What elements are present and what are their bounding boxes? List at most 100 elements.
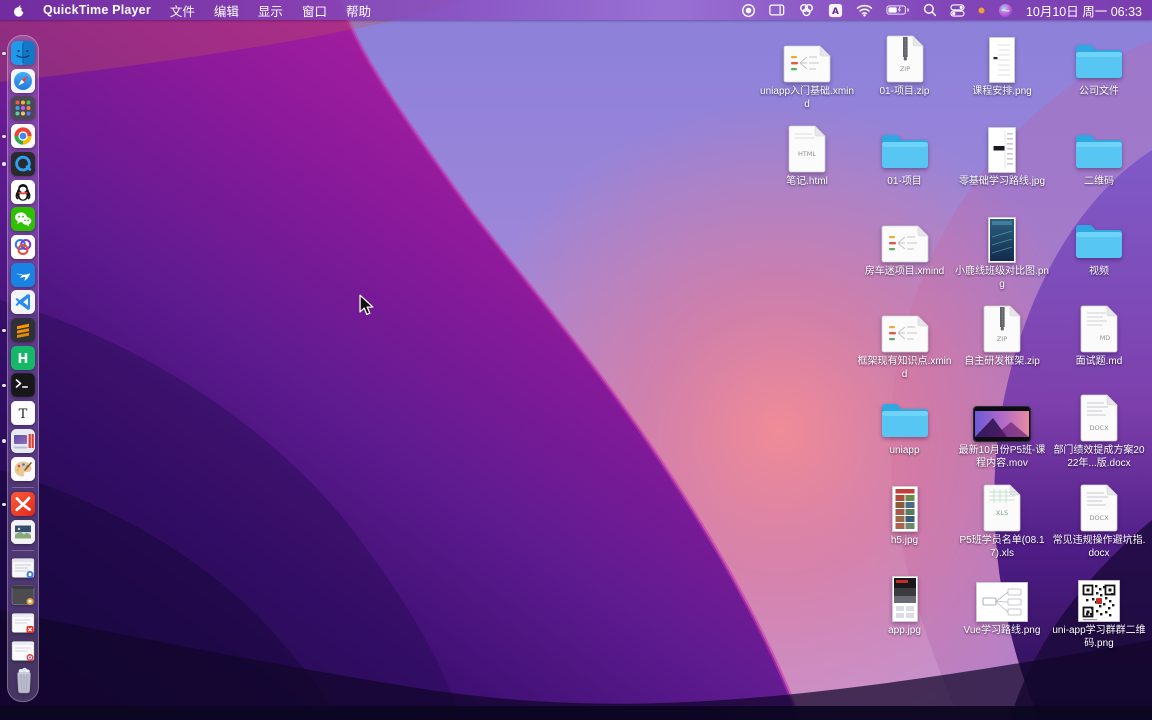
wifi-icon[interactable]: [856, 0, 873, 20]
desktop-icon-label: 01-项目.zip: [879, 86, 930, 97]
desktop-icon-label: 公司文件: [1079, 86, 1119, 97]
control-center-icon[interactable]: [950, 0, 965, 20]
desktop-icon-folder-14[interactable]: uniapp: [857, 390, 953, 458]
battery-icon[interactable]: [886, 0, 910, 20]
desktop-icon-zip-1[interactable]: ZIP 01-项目.zip: [857, 31, 953, 99]
desktop-icon-label: 01-项目: [887, 176, 922, 187]
launchpad-dock-icon[interactable]: [11, 96, 35, 121]
spotlight-icon[interactable]: [923, 0, 937, 20]
minimized-window-xmind-dock-icon[interactable]: [11, 611, 35, 635]
desktop-icon-md-13[interactable]: MD 面试题.md: [1051, 301, 1147, 369]
sublime-dock-icon[interactable]: [11, 318, 35, 342]
active-app-menu[interactable]: QuickTime Player: [43, 3, 151, 17]
menu-item-2[interactable]: 显示: [258, 1, 283, 20]
palette-app-dock-icon[interactable]: [11, 456, 35, 481]
desktop-icon-folder-3[interactable]: 公司文件: [1051, 31, 1147, 99]
hbuilderx-dock-icon[interactable]: H: [11, 345, 35, 370]
minimized-window-dark-dock-icon[interactable]: [11, 583, 35, 607]
menu-bar-clock[interactable]: 10月10日 周一 06:33: [1026, 1, 1142, 20]
desktop-icon-label: 框架现有知识点.xmind: [857, 356, 952, 380]
screen-share-dock-icon[interactable]: [11, 428, 35, 453]
siri-icon[interactable]: [998, 0, 1013, 20]
display-mirroring-icon[interactable]: [769, 0, 785, 20]
desktop-icon-label: 笔记.html: [786, 176, 828, 187]
trash-dock-icon[interactable]: [11, 666, 35, 694]
mov-file-icon: [973, 390, 1031, 442]
wechat-dock-icon[interactable]: [11, 207, 35, 232]
minimized-window-chrome-dock-icon[interactable]: [11, 639, 35, 663]
menu-bar: QuickTime Player 文件 编辑 显示 窗口 帮助 A 10月10日…: [0, 0, 1152, 20]
img-wide-file-icon: [976, 570, 1028, 622]
desktop-icon-label: 常见违规操作避坑指.docx: [1052, 535, 1146, 559]
dock-separator: [12, 485, 34, 487]
rings-app-dock-icon[interactable]: [11, 234, 35, 259]
desktop-icon-folder-7[interactable]: 二维码: [1051, 121, 1147, 189]
desktop-icon-label: 二维码: [1084, 176, 1114, 187]
desktop-icon-xmind-11[interactable]: 框架现有知识点.xmind: [857, 301, 953, 381]
desktop-icon-img-grid-17[interactable]: h5.jpg: [857, 480, 953, 548]
typora-dock-icon[interactable]: T: [11, 401, 35, 426]
mouse-cursor: [359, 294, 374, 316]
running-indicator-dot: [2, 162, 6, 166]
desktop-icon-label: 零基础学习路线.jpg: [958, 176, 1046, 187]
desktop-icon-docx-19[interactable]: DOCX 常见违规操作避坑指.docx: [1051, 480, 1147, 560]
vscode-dock-icon[interactable]: [11, 290, 35, 315]
menu-item-0[interactable]: 文件: [170, 1, 195, 20]
quicktime-dock-icon[interactable]: [11, 151, 35, 176]
rings-icon[interactable]: [798, 0, 815, 20]
running-indicator-dot: [2, 439, 6, 443]
xmind-app-dock-icon[interactable]: [11, 492, 35, 517]
running-indicator-dot: [2, 328, 6, 332]
desktop-icon-xmind-0[interactable]: uniapp入门基础.xmind: [759, 31, 855, 111]
md-file-icon: MD: [1080, 301, 1118, 353]
desktop-icon-html-4[interactable]: HTML 笔记.html: [759, 121, 855, 189]
desktop-icon-label: 面试题.md: [1075, 356, 1123, 367]
dingtalk-dock-icon[interactable]: [11, 262, 35, 287]
svg-text:H: H: [18, 352, 29, 367]
folder-file-icon: [1072, 211, 1126, 263]
apple-menu[interactable]: [12, 3, 26, 18]
img-dark-file-icon: [988, 211, 1016, 263]
chrome-dock-icon[interactable]: [11, 124, 35, 149]
desktop-icon-xmind-8[interactable]: 房车迷项目.xmind: [857, 211, 953, 279]
desktop-icon-img-dark-9[interactable]: 小鹿线班级对比图.png: [954, 211, 1050, 291]
img-grid-file-icon: [891, 480, 918, 532]
menu-item-1[interactable]: 编辑: [214, 1, 239, 20]
desktop-icon-label: 自主研发框架.zip: [964, 356, 1040, 367]
safari-dock-icon[interactable]: [11, 68, 35, 93]
desktop-icon-xls-18[interactable]: XLS P5班学员名单(08.17).xls: [954, 480, 1050, 560]
menu-item-3[interactable]: 窗口: [302, 1, 327, 20]
desktop-icon-label: 房车迷项目.xmind: [864, 266, 945, 277]
desktop-icon-folder-10[interactable]: 视频: [1051, 211, 1147, 279]
desktop-icon-docx-16[interactable]: DOCX 部门绩效提成方案2022年...版.docx: [1051, 390, 1147, 470]
desktop-icon-img-talldoc-2[interactable]: 课程安排.png: [954, 31, 1050, 99]
running-indicator-dot: [2, 134, 6, 139]
minimized-window-doc-dock-icon[interactable]: [11, 556, 35, 580]
svg-text:MD: MD: [1100, 334, 1111, 342]
running-indicator-dot: [2, 51, 6, 55]
input-source-icon[interactable]: A: [828, 0, 843, 20]
menu-bar-left: QuickTime Player 文件 编辑 显示 窗口 帮助: [12, 1, 371, 20]
desktop-icon-label: uni-app学习群群二维码.png: [1052, 625, 1146, 649]
xmind-file-icon: [783, 31, 831, 83]
menu-item-4[interactable]: 帮助: [346, 1, 371, 20]
desktop-icon-zip-12[interactable]: ZIP 自主研发框架.zip: [954, 301, 1050, 369]
running-indicator-dot: [2, 383, 6, 388]
desktop-icon-img-wide-21[interactable]: Vue学习路线.png: [954, 570, 1050, 638]
desktop-icon-label: 最新10月份P5班-课程内容.mov: [958, 445, 1046, 469]
record-stop-icon[interactable]: [741, 0, 756, 20]
desktop-icon-label: h5.jpg: [890, 535, 919, 546]
terminal-dock-icon[interactable]: [11, 373, 35, 398]
photo-viewer-dock-icon[interactable]: [11, 519, 35, 544]
svg-text:XLS: XLS: [996, 509, 1008, 517]
finder-dock-icon[interactable]: [11, 41, 35, 65]
img-route-file-icon: [988, 121, 1016, 173]
desktop-icon-img-route-6[interactable]: 零基础学习路线.jpg: [954, 121, 1050, 189]
desktop-icon-img-qr-22[interactable]: uni-app学习群群二维码.png: [1051, 570, 1147, 650]
desktop-icon-mov-15[interactable]: 最新10月份P5班-课程内容.mov: [954, 390, 1050, 470]
img-qr-file-icon: [1078, 570, 1120, 622]
desktop-icon-folder-5[interactable]: 01-项目: [857, 121, 953, 189]
menu-bar-status: A 10月10日 周一 06:33: [741, 0, 1142, 20]
qq-dock-icon[interactable]: [11, 179, 35, 204]
desktop-icon-img-app-20[interactable]: app.jpg: [857, 570, 953, 638]
